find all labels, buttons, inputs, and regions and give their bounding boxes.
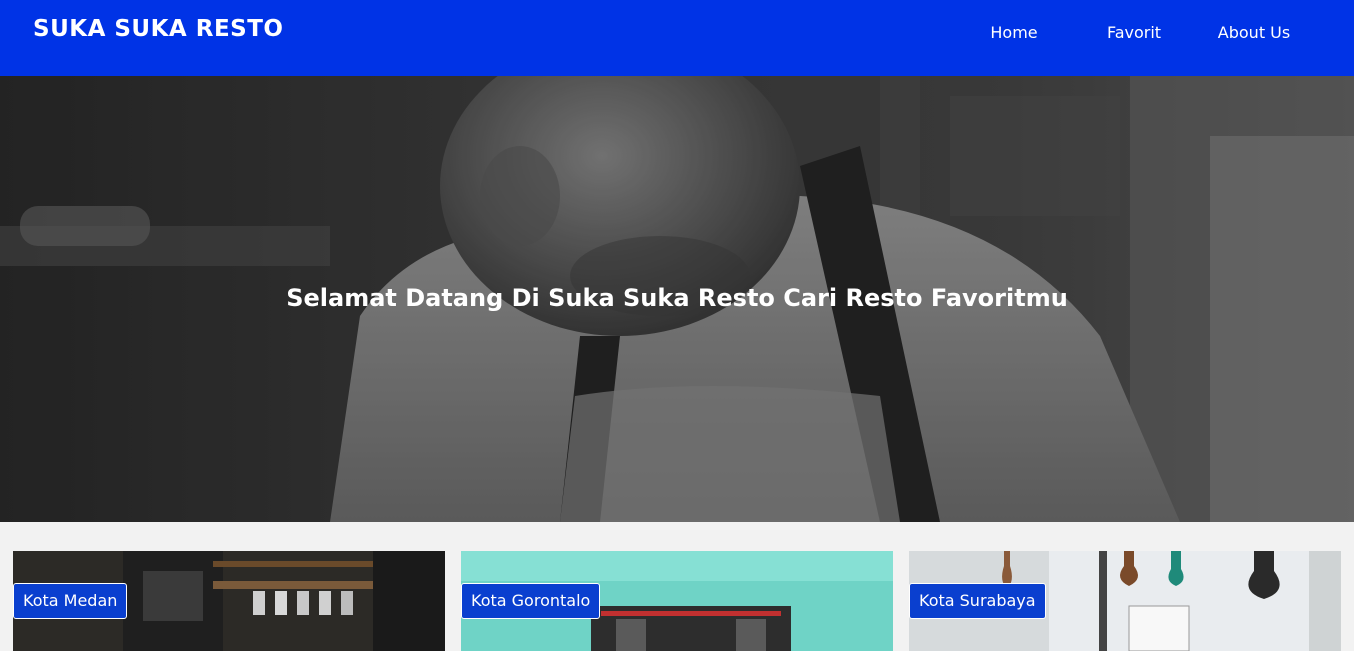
brand-logo[interactable]: SUKA SUKA RESTO xyxy=(33,16,283,42)
resto-card[interactable]: Kota Medan xyxy=(13,551,445,651)
nav-home[interactable]: Home xyxy=(959,23,1069,42)
city-label: Kota Gorontalo xyxy=(461,583,601,619)
resto-card[interactable]: Kota Gorontalo xyxy=(461,551,893,651)
restaurant-list: Kota Medan Kota Gorontalo Kota Surabaya xyxy=(0,522,1354,651)
nav-favorit[interactable]: Favorit xyxy=(1079,23,1189,42)
resto-card[interactable]: Kota Surabaya xyxy=(909,551,1341,651)
nav-about-us[interactable]: About Us xyxy=(1199,23,1309,42)
hero-banner: Selamat Datang Di Suka Suka Resto Cari R… xyxy=(0,76,1354,522)
city-label: Kota Surabaya xyxy=(909,583,1046,619)
site-header: SUKA SUKA RESTO Home Favorit About Us xyxy=(0,0,1354,76)
hero-title: Selamat Datang Di Suka Suka Resto Cari R… xyxy=(286,284,1068,312)
city-label: Kota Medan xyxy=(13,583,128,619)
